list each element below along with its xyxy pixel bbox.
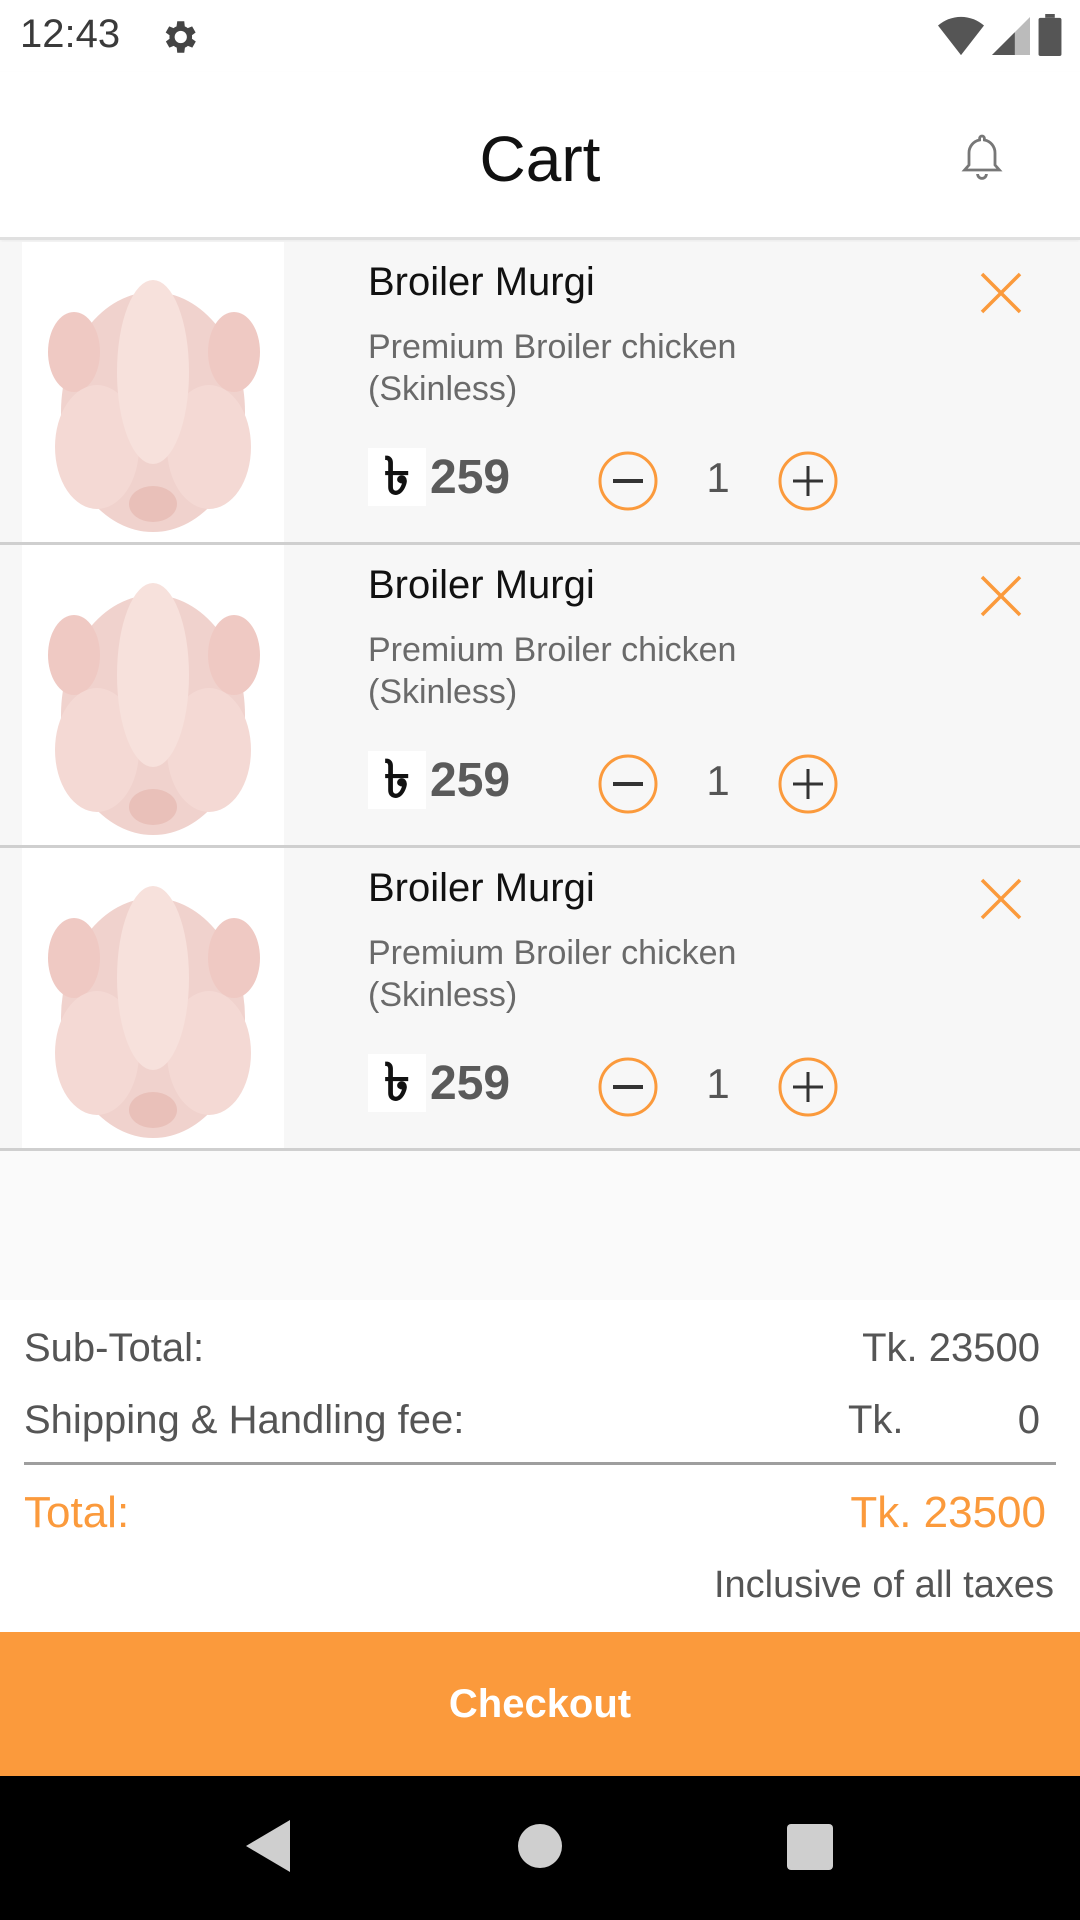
subtotal-label: Sub-Total: [24,1326,205,1370]
remove-item-close-icon[interactable] [976,874,1026,924]
item-name: Broiler Murgi [368,563,595,607]
battery-icon [1038,14,1062,56]
decrease-quantity-button[interactable] [597,753,659,815]
shipping-currency: Tk. [848,1398,904,1442]
taka-currency-icon: ৳ [368,751,426,809]
system-navigation-bar [0,1776,1080,1920]
item-name: Broiler Murgi [368,866,595,910]
status-icons [938,14,1062,56]
taka-currency-icon: ৳ [368,1054,426,1112]
cart-item: Broiler Murgi Premium Broiler chicken (S… [0,848,1080,1151]
product-image [22,545,284,845]
home-circle-icon[interactable] [518,1824,562,1868]
price-value: 259 [430,450,511,504]
checkout-button[interactable]: Checkout [0,1632,1080,1776]
quantity-value: 1 [706,757,730,804]
summary-divider [24,1462,1056,1465]
total-value: Tk. 23500 [850,1488,1046,1537]
shipping-value: 0 [1017,1398,1040,1442]
item-price: ৳ 259 [368,448,510,506]
app-header: Cart [0,72,1080,240]
notification-bell-icon[interactable] [958,130,1006,184]
increase-quantity-button[interactable] [777,450,839,512]
taka-currency-icon: ৳ [368,448,426,506]
status-time: 12:43 [20,12,121,56]
order-summary: Sub-Total: Tk. 23500 Shipping & Handling… [0,1300,1080,1632]
increase-quantity-button[interactable] [777,1056,839,1118]
decrease-quantity-button[interactable] [597,450,659,512]
price-value: 259 [430,753,511,807]
decrease-quantity-button[interactable] [597,1056,659,1118]
item-description: Premium Broiler chicken (Skinless) [368,328,737,408]
subtotal-value: Tk. 23500 [862,1326,1040,1370]
tax-note: Inclusive of all taxes [713,1564,1054,1606]
cellular-signal-icon [992,17,1030,55]
cart-item: Broiler Murgi Premium Broiler chicken (S… [0,545,1080,848]
price-value: 259 [430,1056,511,1110]
remove-item-close-icon[interactable] [976,268,1026,318]
cart-item: Broiler Murgi Premium Broiler chicken (S… [0,242,1080,545]
shipping-label: Shipping & Handling fee: [24,1398,465,1442]
item-name: Broiler Murgi [368,260,595,304]
item-description: Premium Broiler chicken (Skinless) [368,631,737,711]
total-label: Total: [24,1488,130,1537]
status-bar: 12:43 [0,0,1080,72]
item-description: Premium Broiler chicken (Skinless) [368,934,737,1014]
settings-gear-icon [165,21,196,53]
quantity-value: 1 [706,1060,730,1107]
page-title: Cart [479,123,601,195]
product-image [22,242,284,542]
quantity-value: 1 [706,454,730,501]
back-triangle-icon[interactable] [246,1820,290,1872]
recent-apps-square-icon[interactable] [787,1824,833,1870]
wifi-icon [938,16,984,56]
remove-item-close-icon[interactable] [976,571,1026,621]
increase-quantity-button[interactable] [777,753,839,815]
cart-list: Broiler Murgi Premium Broiler chicken (S… [0,242,1080,1151]
product-image [22,848,284,1148]
item-price: ৳ 259 [368,1054,510,1112]
item-price: ৳ 259 [368,751,510,809]
